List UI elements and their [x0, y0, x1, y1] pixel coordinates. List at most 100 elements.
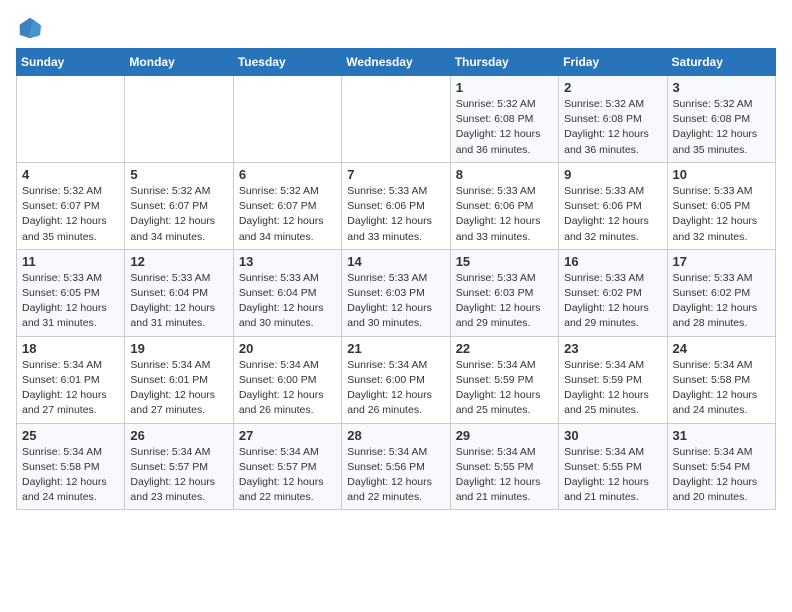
- calendar-cell: 28Sunrise: 5:34 AMSunset: 5:56 PMDayligh…: [342, 423, 450, 510]
- cell-info: Sunrise: 5:32 AMSunset: 6:07 PMDaylight:…: [22, 184, 119, 245]
- calendar-cell: 29Sunrise: 5:34 AMSunset: 5:55 PMDayligh…: [450, 423, 558, 510]
- weekday-header-wednesday: Wednesday: [342, 49, 450, 76]
- calendar-cell: 22Sunrise: 5:34 AMSunset: 5:59 PMDayligh…: [450, 336, 558, 423]
- calendar-cell: 1 Sunrise: 5:32 AMSunset: 6:08 PMDaylight…: [450, 76, 558, 163]
- calendar-cell: 11Sunrise: 5:33 AMSunset: 6:05 PMDayligh…: [17, 249, 125, 336]
- page-header: [16, 16, 776, 40]
- calendar-cell: 2 Sunrise: 5:32 AMSunset: 6:08 PMDaylight…: [559, 76, 667, 163]
- weekday-header-friday: Friday: [559, 49, 667, 76]
- weekday-header-tuesday: Tuesday: [233, 49, 341, 76]
- calendar-cell: 13 Sunrise: 5:33 AMSunset: 6:04 PMDayligh…: [233, 249, 341, 336]
- week-row-3: 11Sunrise: 5:33 AMSunset: 6:05 PMDayligh…: [17, 249, 776, 336]
- calendar-cell: 21 Sunrise: 5:34 AMSunset: 6:00 PMDayligh…: [342, 336, 450, 423]
- calendar-cell: 30 Sunrise: 5:34 AMSunset: 5:55 PMDayligh…: [559, 423, 667, 510]
- day-number: 1: [456, 80, 553, 95]
- day-number: 22: [456, 341, 553, 356]
- cell-info: Sunrise: 5:34 AMSunset: 6:00 PMDaylight:…: [347, 358, 444, 419]
- calendar-cell: 20 Sunrise: 5:34 AMSunset: 6:00 PMDayligh…: [233, 336, 341, 423]
- day-number: 3: [673, 80, 770, 95]
- calendar-cell: [17, 76, 125, 163]
- day-number: 26: [130, 428, 227, 443]
- cell-info: Sunrise: 5:33 AMSunset: 6:06 PMDaylight:…: [564, 184, 661, 245]
- cell-info: Sunrise: 5:34 AMSunset: 5:55 PMDaylight:…: [564, 445, 661, 506]
- cell-info: Sunrise: 5:33 AMSunset: 6:03 PMDaylight:…: [347, 271, 444, 332]
- cell-info: Sunrise: 5:32 AMSunset: 6:08 PMDaylight:…: [673, 97, 770, 158]
- day-number: 23: [564, 341, 661, 356]
- day-number: 25: [22, 428, 119, 443]
- day-number: 19: [130, 341, 227, 356]
- calendar-cell: 17 Sunrise: 5:33 AMSunset: 6:02 PMDayligh…: [667, 249, 775, 336]
- cell-info: Sunrise: 5:34 AMSunset: 5:59 PMDaylight:…: [564, 358, 661, 419]
- cell-info: Sunrise: 5:33 AMSunset: 6:04 PMDaylight:…: [239, 271, 336, 332]
- week-row-5: 25 Sunrise: 5:34 AMSunset: 5:58 PMDayligh…: [17, 423, 776, 510]
- weekday-header-row: SundayMondayTuesdayWednesdayThursdayFrid…: [17, 49, 776, 76]
- day-number: 14: [347, 254, 444, 269]
- calendar-cell: 6 Sunrise: 5:32 AMSunset: 6:07 PMDaylight…: [233, 162, 341, 249]
- calendar-cell: 23 Sunrise: 5:34 AMSunset: 5:59 PMDayligh…: [559, 336, 667, 423]
- weekday-header-thursday: Thursday: [450, 49, 558, 76]
- cell-info: Sunrise: 5:34 AMSunset: 5:58 PMDaylight:…: [673, 358, 770, 419]
- cell-info: Sunrise: 5:32 AMSunset: 6:07 PMDaylight:…: [239, 184, 336, 245]
- calendar-cell: 25 Sunrise: 5:34 AMSunset: 5:58 PMDayligh…: [17, 423, 125, 510]
- day-number: 28: [347, 428, 444, 443]
- day-number: 30: [564, 428, 661, 443]
- day-number: 13: [239, 254, 336, 269]
- day-number: 17: [673, 254, 770, 269]
- weekday-header-monday: Monday: [125, 49, 233, 76]
- calendar-cell: 9 Sunrise: 5:33 AMSunset: 6:06 PMDaylight…: [559, 162, 667, 249]
- calendar-cell: [125, 76, 233, 163]
- calendar-cell: 8Sunrise: 5:33 AMSunset: 6:06 PMDaylight…: [450, 162, 558, 249]
- cell-info: Sunrise: 5:34 AMSunset: 5:55 PMDaylight:…: [456, 445, 553, 506]
- day-number: 8: [456, 167, 553, 182]
- calendar-cell: [342, 76, 450, 163]
- calendar-cell: 18Sunrise: 5:34 AMSunset: 6:01 PMDayligh…: [17, 336, 125, 423]
- day-number: 12: [130, 254, 227, 269]
- calendar-cell: 16 Sunrise: 5:33 AMSunset: 6:02 PMDayligh…: [559, 249, 667, 336]
- cell-info: Sunrise: 5:34 AMSunset: 5:58 PMDaylight:…: [22, 445, 119, 506]
- day-number: 31: [673, 428, 770, 443]
- day-number: 7: [347, 167, 444, 182]
- cell-info: Sunrise: 5:32 AMSunset: 6:08 PMDaylight:…: [456, 97, 553, 158]
- cell-info: Sunrise: 5:32 AMSunset: 6:08 PMDaylight:…: [564, 97, 661, 158]
- day-number: 18: [22, 341, 119, 356]
- day-number: 27: [239, 428, 336, 443]
- calendar-cell: 4Sunrise: 5:32 AMSunset: 6:07 PMDaylight…: [17, 162, 125, 249]
- cell-info: Sunrise: 5:33 AMSunset: 6:02 PMDaylight:…: [564, 271, 661, 332]
- day-number: 24: [673, 341, 770, 356]
- cell-info: Sunrise: 5:34 AMSunset: 5:57 PMDaylight:…: [239, 445, 336, 506]
- day-number: 9: [564, 167, 661, 182]
- day-number: 16: [564, 254, 661, 269]
- logo: [16, 16, 48, 40]
- weekday-header-sunday: Sunday: [17, 49, 125, 76]
- day-number: 2: [564, 80, 661, 95]
- calendar-cell: 19 Sunrise: 5:34 AMSunset: 6:01 PMDayligh…: [125, 336, 233, 423]
- calendar-cell: 27 Sunrise: 5:34 AMSunset: 5:57 PMDayligh…: [233, 423, 341, 510]
- cell-info: Sunrise: 5:33 AMSunset: 6:02 PMDaylight:…: [673, 271, 770, 332]
- day-number: 15: [456, 254, 553, 269]
- calendar-cell: 15Sunrise: 5:33 AMSunset: 6:03 PMDayligh…: [450, 249, 558, 336]
- day-number: 5: [130, 167, 227, 182]
- calendar-cell: 10Sunrise: 5:33 AMSunset: 6:05 PMDayligh…: [667, 162, 775, 249]
- calendar-cell: 3 Sunrise: 5:32 AMSunset: 6:08 PMDaylight…: [667, 76, 775, 163]
- week-row-4: 18 Sunrise: 5:34 AMSunset: 6:01 PMDayligh…: [17, 336, 776, 423]
- calendar-table: SundayMondayTuesdayWednesdayThursdayFrid…: [16, 48, 776, 510]
- day-number: 10: [673, 167, 770, 182]
- cell-info: Sunrise: 5:34 AMSunset: 6:01 PMDaylight:…: [130, 358, 227, 419]
- weekday-header-saturday: Saturday: [667, 49, 775, 76]
- week-row-1: 1 Sunrise: 5:32 AMSunset: 6:08 PMDaylight…: [17, 76, 776, 163]
- day-number: 20: [239, 341, 336, 356]
- calendar-cell: 12 Sunrise: 5:33 AMSunset: 6:04 PMDayligh…: [125, 249, 233, 336]
- day-number: 6: [239, 167, 336, 182]
- day-number: 21: [347, 341, 444, 356]
- cell-info: Sunrise: 5:34 AMSunset: 6:00 PMDaylight:…: [239, 358, 336, 419]
- cell-info: Sunrise: 5:32 AMSunset: 6:07 PMDaylight:…: [130, 184, 227, 245]
- cell-info: Sunrise: 5:33 AMSunset: 6:05 PMDaylight:…: [22, 271, 119, 332]
- calendar-cell: 26Sunrise: 5:34 AMSunset: 5:57 PMDayligh…: [125, 423, 233, 510]
- cell-info: Sunrise: 5:33 AMSunset: 6:04 PMDaylight:…: [130, 271, 227, 332]
- cell-info: Sunrise: 5:34 AMSunset: 5:54 PMDaylight:…: [673, 445, 770, 506]
- calendar-cell: 31 Sunrise: 5:34 AMSunset: 5:54 PMDayligh…: [667, 423, 775, 510]
- calendar-cell: [233, 76, 341, 163]
- week-row-2: 4Sunrise: 5:32 AMSunset: 6:07 PMDaylight…: [17, 162, 776, 249]
- calendar-cell: 7Sunrise: 5:33 AMSunset: 6:06 PMDaylight…: [342, 162, 450, 249]
- calendar-cell: 14 Sunrise: 5:33 AMSunset: 6:03 PMDayligh…: [342, 249, 450, 336]
